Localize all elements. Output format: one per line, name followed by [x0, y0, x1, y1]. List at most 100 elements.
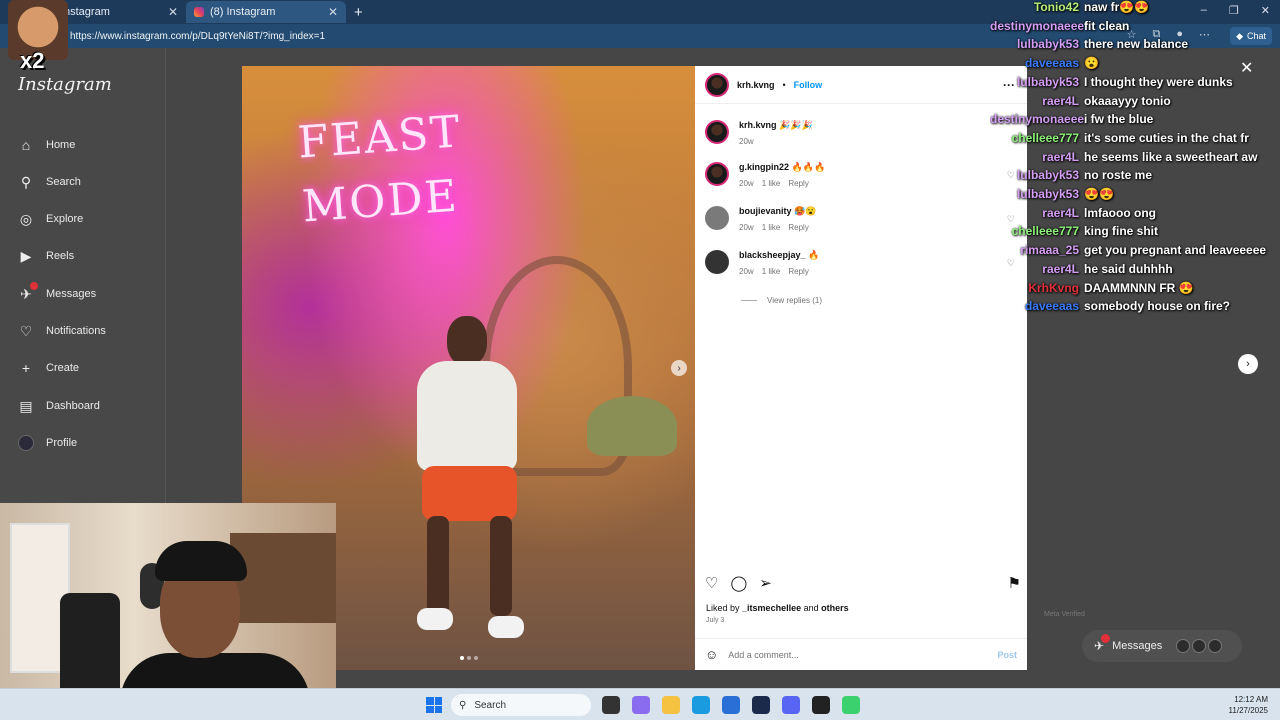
messages-pill[interactable]: ✈ Messages: [1082, 630, 1242, 662]
chat-username[interactable]: chelleee777: [990, 131, 1084, 149]
add-comment-bar: ☺ Add a comment... Post: [695, 638, 1027, 670]
chat-username[interactable]: lulbabyk53: [990, 37, 1084, 55]
emote-multiplier: x2: [20, 48, 45, 73]
chat-username[interactable]: raer4L: [990, 150, 1084, 168]
commenter-avatar[interactable]: [705, 162, 729, 186]
nav-item-create[interactable]: + Create: [18, 358, 79, 378]
post-comment-button[interactable]: Post: [997, 650, 1017, 660]
commenter-avatar[interactable]: [705, 250, 729, 274]
neon-sign-text: FEAST MODE: [296, 106, 464, 233]
taskbar-search-label: Search: [474, 699, 507, 711]
commenter-avatar[interactable]: [705, 206, 729, 230]
chat-username[interactable]: Tonio42: [990, 0, 1084, 18]
bookmark-icon[interactable]: ⚑: [1008, 574, 1021, 592]
app-icon[interactable]: [752, 696, 770, 714]
windows-taskbar: ⚲ Search 12:12 AM 11/27/2025: [0, 688, 1280, 720]
windows-start-icon[interactable]: [426, 697, 442, 713]
new-tab-button[interactable]: +: [354, 4, 363, 21]
nav-item-reels[interactable]: ▶ Reels: [18, 246, 75, 266]
store-icon[interactable]: [722, 696, 740, 714]
reply-button[interactable]: Reply: [788, 223, 808, 232]
comment-likes[interactable]: 1 like: [762, 267, 781, 276]
chat-message: lulbabyk53 😍😍: [990, 187, 1280, 205]
discord-icon[interactable]: [782, 696, 800, 714]
reply-button[interactable]: Reply: [788, 267, 808, 276]
emoji-icon[interactable]: ☺: [705, 647, 718, 662]
terminal-icon[interactable]: [812, 696, 830, 714]
comment-username[interactable]: boujievanity: [739, 206, 792, 216]
clock-date: 11/27/2025: [1228, 706, 1268, 715]
post-date: July 3: [706, 617, 725, 624]
comment-age: 20w: [739, 179, 754, 188]
like-heart-icon[interactable]: ♡: [705, 574, 718, 592]
caption-age: 20w: [739, 137, 754, 146]
nav-item-search[interactable]: ⚲ Search: [18, 172, 81, 192]
nav-label: Messages: [46, 288, 97, 300]
obs-icon[interactable]: [842, 696, 860, 714]
nav-item-explore[interactable]: ◎ Explore: [18, 209, 83, 229]
comment-username[interactable]: blacksheepjay_: [739, 250, 806, 260]
chat-username[interactable]: destinymonaeee: [990, 19, 1084, 37]
nav-label: Create: [46, 362, 80, 374]
edge-icon[interactable]: [692, 696, 710, 714]
author-username[interactable]: krh.kvng: [737, 80, 775, 90]
share-send-icon[interactable]: ➢: [759, 574, 772, 592]
file-explorer-icon[interactable]: [662, 696, 680, 714]
nav-label: Explore: [46, 213, 84, 225]
browser-tab[interactable]: nstagram ✕: [56, 1, 186, 23]
chat-username[interactable]: KrhKvng: [990, 281, 1084, 299]
close-tab-icon[interactable]: ✕: [328, 5, 338, 19]
view-replies-label: View replies (1): [767, 296, 822, 305]
nav-label: Notifications: [46, 325, 106, 337]
messages-label: Messages: [1112, 640, 1163, 652]
chat-username[interactable]: daveeaas: [990, 56, 1084, 74]
author-avatar[interactable]: [705, 72, 729, 97]
taskbar-search[interactable]: ⚲ Search: [451, 694, 591, 716]
nav-item-dashboard[interactable]: ▤ Dashboard: [18, 396, 99, 416]
chat-text: he said duhhhh: [1084, 261, 1173, 276]
decorated-hat: [587, 396, 677, 456]
browser-tab-active[interactable]: (8) Instagram ✕: [186, 1, 346, 23]
task-view-icon[interactable]: [602, 696, 620, 714]
chat-username[interactable]: chelleee777: [990, 224, 1084, 242]
chat-username[interactable]: rimaaa_25: [990, 243, 1084, 261]
add-comment-input[interactable]: Add a comment...: [728, 650, 987, 660]
profile-avatar: [18, 435, 34, 451]
comment-username[interactable]: g.kingpin22: [739, 162, 789, 172]
url-field[interactable]: https://www.instagram.com/p/DLq9tYeNi8T/…: [70, 31, 325, 42]
nav-item-profile[interactable]: Profile: [18, 433, 77, 453]
comment-likes[interactable]: 1 like: [762, 223, 781, 232]
view-replies-button[interactable]: View replies (1): [741, 296, 822, 305]
chat-username[interactable]: destinymonaeee: [990, 112, 1084, 130]
caption-username[interactable]: krh.kvng: [739, 120, 777, 130]
chat-username[interactable]: raer4L: [990, 262, 1084, 280]
liked-by-others[interactable]: others: [821, 603, 849, 613]
liked-by-user[interactable]: _itsmechellee: [742, 603, 801, 613]
comment-text: 🔥: [808, 250, 820, 260]
chat-username[interactable]: lulbabyk53: [990, 187, 1084, 205]
taskbar-clock[interactable]: 12:12 AM 11/27/2025: [1216, 694, 1268, 716]
chat-username[interactable]: raer4L: [990, 206, 1084, 224]
next-post-button[interactable]: ›: [1238, 354, 1258, 374]
instagram-favicon-icon: [194, 7, 204, 17]
next-image-button[interactable]: ›: [671, 360, 687, 376]
nav-label: Reels: [46, 250, 75, 262]
nav-item-messages[interactable]: ✈ Messages: [18, 282, 97, 304]
chat-username[interactable]: lulbabyk53: [990, 75, 1084, 93]
reply-button[interactable]: Reply: [788, 179, 808, 188]
nav-item-home[interactable]: ⌂ Home: [18, 135, 76, 155]
chat-username[interactable]: raer4L: [990, 94, 1084, 112]
follow-button[interactable]: Follow: [794, 80, 823, 90]
copilot-icon[interactable]: [632, 696, 650, 714]
meta-verified-text: Meta Verified: [1044, 611, 1085, 618]
comment-bubble-icon[interactable]: ◯: [730, 574, 747, 592]
instagram-logo[interactable]: Instagram: [18, 74, 112, 95]
comment-likes[interactable]: 1 like: [762, 179, 781, 188]
tab-title: nstagram: [64, 6, 110, 18]
messenger-icon: ✈: [18, 282, 38, 302]
chat-username[interactable]: daveeaas: [990, 299, 1084, 317]
nav-item-notifications[interactable]: ♡ Notifications: [18, 321, 106, 341]
author-avatar[interactable]: [705, 120, 729, 144]
close-tab-icon[interactable]: ✕: [168, 5, 178, 19]
chat-username[interactable]: lulbabyk53: [990, 168, 1084, 186]
